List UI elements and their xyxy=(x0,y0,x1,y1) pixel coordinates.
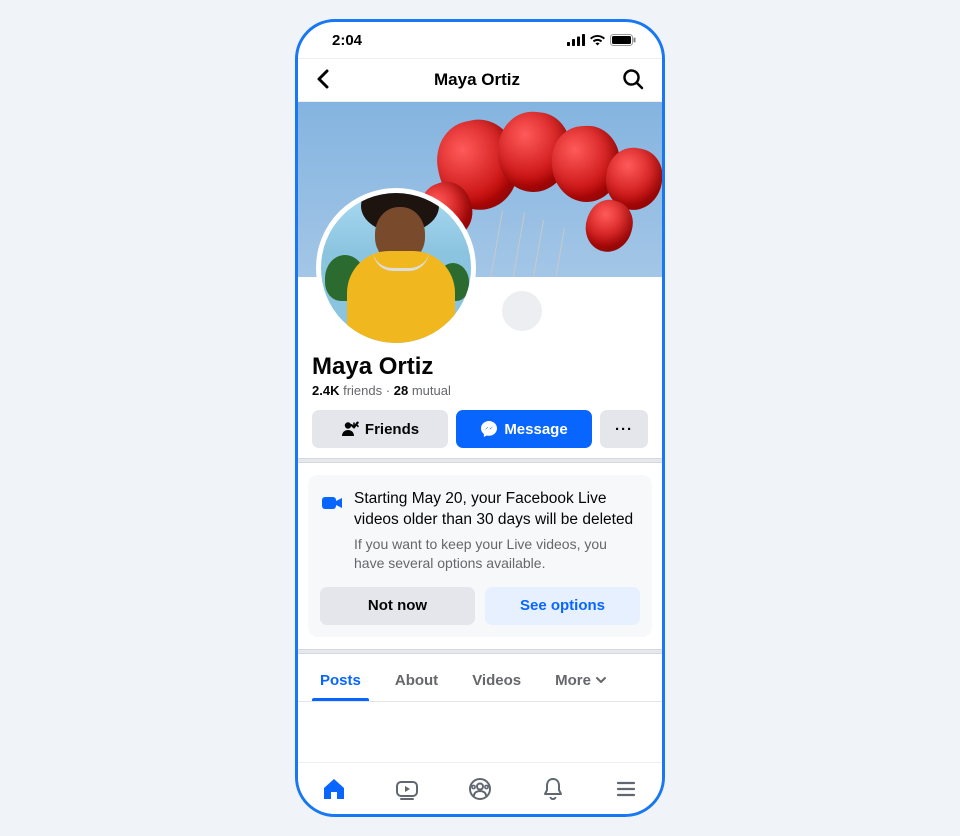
see-options-button[interactable]: See options xyxy=(485,587,640,625)
profile-name: Maya Ortiz xyxy=(312,353,648,381)
group-icon xyxy=(467,776,493,802)
nav-notifications[interactable] xyxy=(540,776,566,802)
message-button-label: Message xyxy=(504,421,567,438)
cover-wrap xyxy=(298,102,662,277)
nav-title: Maya Ortiz xyxy=(434,70,520,90)
mutual-label: mutual xyxy=(412,383,451,398)
avatar-badge[interactable] xyxy=(498,287,546,335)
notice-title: Starting May 20, your Facebook Live vide… xyxy=(354,489,640,531)
tab-videos[interactable]: Videos xyxy=(464,664,529,701)
messenger-icon xyxy=(480,420,498,438)
tab-posts[interactable]: Posts xyxy=(312,664,369,701)
nav-watch[interactable] xyxy=(394,776,420,802)
profile-tabs: Posts About Videos More xyxy=(298,654,662,701)
friends-button[interactable]: Friends xyxy=(312,410,448,448)
section-divider xyxy=(298,458,662,463)
nav-menu[interactable] xyxy=(613,776,639,802)
live-video-notice: Starting May 20, your Facebook Live vide… xyxy=(308,475,652,637)
watch-icon xyxy=(394,776,420,802)
phone-frame: 2:04 Maya Ortiz xyxy=(295,19,665,817)
friends-icon xyxy=(341,421,359,437)
mutual-count: 28 xyxy=(394,383,408,398)
notice-body: If you want to keep your Live videos, yo… xyxy=(354,535,640,573)
not-now-button[interactable]: Not now xyxy=(320,587,475,625)
chevron-left-icon xyxy=(316,69,332,89)
nav-home[interactable] xyxy=(321,776,347,802)
nav-friends[interactable] xyxy=(467,776,493,802)
friends-button-label: Friends xyxy=(365,421,419,438)
nav-bar: Maya Ortiz xyxy=(298,58,662,102)
balloon-strings xyxy=(512,212,525,277)
tab-more[interactable]: More xyxy=(547,664,615,701)
more-button-label: ··· xyxy=(615,421,633,438)
battery-icon xyxy=(610,34,636,46)
search-icon xyxy=(622,68,644,90)
notice-actions: Not now See options xyxy=(320,587,640,625)
friends-label: friends xyxy=(343,383,382,398)
search-button[interactable] xyxy=(618,64,648,97)
action-row: Friends Message ··· xyxy=(312,410,648,448)
tab-about[interactable]: About xyxy=(387,664,446,701)
notice-head: Starting May 20, your Facebook Live vide… xyxy=(320,489,640,573)
cellular-icon xyxy=(567,34,585,46)
chevron-down-icon xyxy=(595,674,607,686)
wifi-icon xyxy=(589,34,606,46)
tab-more-label: More xyxy=(555,672,591,689)
message-button[interactable]: Message xyxy=(456,410,592,448)
bottom-nav xyxy=(298,762,662,814)
friends-count: 2.4K xyxy=(312,383,339,398)
profile-scroll[interactable]: Maya Ortiz 2.4K friends · 28 mutual Frie… xyxy=(298,102,662,762)
home-icon xyxy=(321,776,347,802)
hamburger-icon xyxy=(613,776,639,802)
tabs-divider xyxy=(298,701,662,702)
sub-sep: · xyxy=(386,383,390,398)
status-time: 2:04 xyxy=(332,32,362,49)
status-bar: 2:04 xyxy=(298,22,662,58)
video-camera-icon xyxy=(320,491,344,515)
back-button[interactable] xyxy=(312,65,336,96)
status-icons xyxy=(567,34,636,46)
bell-icon xyxy=(540,776,566,802)
profile-avatar[interactable] xyxy=(316,188,476,348)
profile-sub: 2.4K friends · 28 mutual xyxy=(312,383,648,398)
more-button[interactable]: ··· xyxy=(600,410,648,448)
